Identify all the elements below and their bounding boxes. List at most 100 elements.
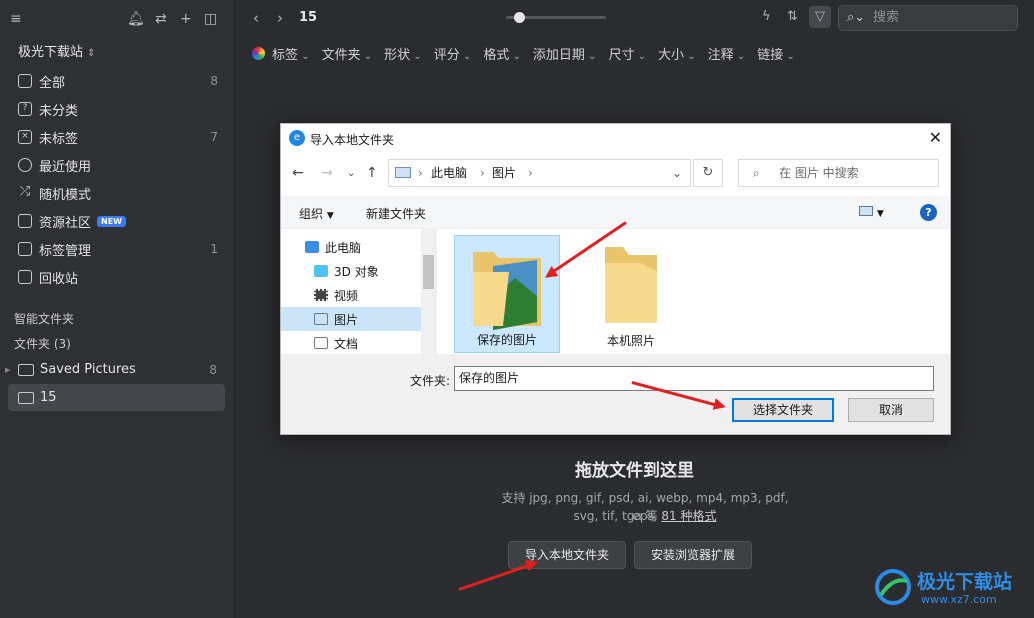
filter-folder[interactable]: 文件夹	[322, 44, 373, 63]
cube-icon	[314, 265, 328, 277]
organize-button[interactable]: 组织 ▼	[299, 205, 334, 222]
sidebar-item-label: 最近使用	[39, 159, 92, 175]
sidebar: ≡ 🔔︎ ⇄ + ◫ 极光下载站 ⇕ 全部 8 ? 未分类 × 未标签 7 最近使用 ⤮…	[0, 0, 235, 618]
bell-icon[interactable]: 🔔︎	[127, 10, 145, 28]
sidebar-item-uncategorized[interactable]: ? 未分类	[0, 95, 235, 123]
tree-scrollbar[interactable]	[421, 229, 436, 354]
sidebar-item-recent[interactable]: 最近使用	[0, 151, 235, 179]
untagged-icon: ×	[18, 130, 32, 144]
tree-item-videos[interactable]: 视频	[281, 283, 421, 307]
filter-dimensions[interactable]: 尺寸	[608, 44, 646, 63]
pictures-icon	[314, 313, 328, 325]
sync-icon[interactable]: ⇄	[155, 10, 167, 28]
filter-date-added[interactable]: 添加日期	[533, 44, 597, 63]
filter-shape[interactable]: 形状	[384, 44, 422, 63]
breadcrumb-this-pc[interactable]: 此电脑	[431, 160, 467, 186]
sidebar-item-label: 回收站	[39, 271, 79, 287]
sidebar-top-icons: ≡ 🔔︎ ⇄ + ◫	[10, 10, 224, 28]
cancel-button[interactable]: 取消	[848, 398, 934, 422]
document-icon	[314, 337, 328, 349]
lightning-icon[interactable]: ϟ	[762, 9, 771, 24]
tree-item-3d-objects[interactable]: 3D 对象	[281, 259, 421, 283]
expand-icon[interactable]: ▶	[5, 366, 10, 374]
dropzone-title: 拖放文件到这里	[575, 461, 694, 481]
file-item-saved-pictures[interactable]: 保存的图片	[454, 235, 560, 353]
tree-item-pictures[interactable]: 图片	[281, 307, 421, 331]
shuffle-icon: ⤮	[19, 184, 31, 199]
tree-item-documents[interactable]: 文档	[281, 331, 421, 355]
folder-saved-pictures[interactable]: ▶ Saved Pictures 8	[5, 356, 225, 383]
search-input[interactable]: ⌕⌄ 搜索	[838, 5, 1018, 31]
computer-icon	[305, 241, 319, 253]
search-icon: ⌕	[753, 166, 760, 180]
menu-icon[interactable]: ≡	[10, 10, 22, 28]
recent-dropdown-icon[interactable]: ⌄	[347, 168, 355, 179]
tree-scrollbar-thumb[interactable]	[423, 255, 434, 289]
organize-label: 组织	[299, 207, 324, 221]
all-icon	[18, 74, 32, 88]
item-count: 8	[210, 74, 218, 88]
tree-item-this-pc[interactable]: 此电脑	[281, 235, 421, 259]
folder-icon	[605, 247, 657, 323]
trash-icon	[18, 270, 32, 284]
new-folder-button[interactable]: 新建文件夹	[366, 205, 426, 222]
layout-icon[interactable]: ◫	[204, 10, 217, 28]
forward-arrow-icon[interactable]: →	[321, 165, 333, 181]
dialog-search-input[interactable]: ⌕ 在 图片 中搜索	[738, 159, 939, 187]
select-folder-button[interactable]: 选择文件夹	[732, 398, 834, 422]
forward-button[interactable]: ›	[277, 9, 283, 27]
sidebar-item-label: 未标签	[39, 131, 79, 147]
close-icon[interactable]: ✕	[929, 128, 942, 147]
clock-icon	[18, 158, 32, 172]
sidebar-item-label: 随机模式	[39, 187, 92, 203]
filter-tags[interactable]: 标签	[272, 44, 310, 63]
smart-folders-header[interactable]: 智能文件夹	[14, 310, 74, 327]
filter-bar: 标签 文件夹 形状 评分 格式 添加日期 尺寸 大小 注释 链接	[252, 43, 807, 63]
filter-size[interactable]: 大小	[658, 44, 696, 63]
app-icon: e	[289, 130, 305, 146]
refresh-icon[interactable]: ↻	[693, 159, 723, 187]
address-bar[interactable]: › 此电脑 › 图片 › ⌄	[388, 159, 691, 187]
color-filter-icon[interactable]	[252, 46, 265, 60]
install-extension-button[interactable]: 安装浏览器扩展	[634, 541, 752, 569]
sidebar-item-random[interactable]: ⤮ 随机模式	[0, 179, 235, 207]
sidebar-item-untagged[interactable]: × 未标签 7	[0, 123, 235, 151]
watermark-logo: 极光下载站 www.xz7.com	[873, 563, 1023, 613]
back-button[interactable]: ‹	[253, 9, 259, 27]
filter-format[interactable]: 格式	[483, 44, 521, 63]
dialog-file-list: 保存的图片 本机照片	[437, 229, 950, 354]
sidebar-item-trash[interactable]: 回收站	[0, 263, 235, 291]
folder-name-field[interactable]: 保存的图片	[454, 366, 934, 391]
sidebar-item-tags[interactable]: 标签管理 1	[0, 235, 235, 263]
zoom-slider-handle[interactable]	[514, 12, 525, 23]
back-arrow-icon[interactable]: ←	[292, 165, 304, 181]
folder-icon	[18, 391, 34, 404]
filter-icon[interactable]: ▽	[809, 6, 831, 28]
help-icon[interactable]: ?	[920, 204, 937, 221]
dialog-title: 导入本地文件夹	[310, 133, 395, 147]
library-switcher[interactable]: 极光下载站 ⇕	[18, 41, 96, 60]
file-item-camera-roll[interactable]: 本机照片	[578, 235, 684, 353]
tree-label: 文档	[334, 336, 359, 351]
sort-icon[interactable]: ⇅	[787, 9, 798, 24]
filter-notes[interactable]: 注释	[708, 44, 746, 63]
add-icon[interactable]: +	[180, 10, 192, 28]
formats-link[interactable]: 81 种格式	[661, 509, 716, 523]
filter-rating[interactable]: 评分	[434, 44, 472, 63]
sidebar-item-community[interactable]: 资源社区 NEW	[0, 207, 235, 235]
view-options-icon[interactable]: ▼	[859, 205, 884, 219]
watermark-url: www.xz7.com	[921, 593, 997, 606]
tree-label: 3D 对象	[334, 264, 379, 279]
up-arrow-icon[interactable]: ↑	[366, 165, 378, 181]
sidebar-item-label: 资源社区	[39, 215, 92, 231]
folders-header[interactable]: 文件夹 (3)	[14, 335, 71, 352]
filter-links[interactable]: 链接	[757, 44, 795, 63]
dialog-command-bar: 组织 ▼ 新建文件夹 ▼ ?	[281, 196, 950, 228]
sidebar-item-all[interactable]: 全部 8	[0, 67, 235, 95]
sidebar-item-label: 标签管理	[39, 243, 92, 259]
breadcrumb-pictures[interactable]: 图片	[492, 160, 516, 186]
search-placeholder: 搜索	[873, 10, 900, 25]
address-dropdown-icon[interactable]: ⌄	[672, 160, 682, 186]
pictures-icon	[395, 167, 411, 178]
folder-15[interactable]: 15	[8, 384, 225, 411]
